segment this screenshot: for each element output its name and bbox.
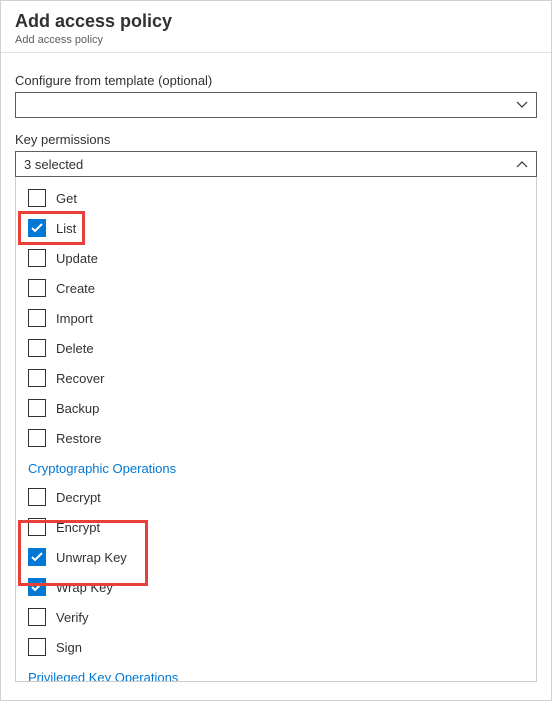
privileged-operations-header: Privileged Key Operations [26,662,526,681]
key-mgmt-option[interactable]: Get [26,183,526,213]
checkbox[interactable] [28,518,46,536]
checkbox[interactable] [28,608,46,626]
key-mgmt-option[interactable]: Update [26,243,526,273]
option-label: Verify [56,610,89,625]
crypto-option[interactable]: Decrypt [26,482,526,512]
key-permissions-value: 3 selected [24,157,83,172]
checkbox[interactable] [28,638,46,656]
option-label: Delete [56,341,94,356]
checkbox[interactable] [28,488,46,506]
dropdown-scroll-area[interactable]: Get List Update Create Import Delete Recover Ba… [16,177,536,681]
key-mgmt-option[interactable]: Recover [26,363,526,393]
checkbox[interactable] [28,309,46,327]
chevron-down-icon [516,101,528,109]
template-label: Configure from template (optional) [15,73,537,88]
option-label: Get [56,191,77,206]
key-mgmt-option[interactable]: List [26,213,526,243]
template-select[interactable] [15,92,537,118]
crypto-option[interactable]: Unwrap Key [26,542,526,572]
crypto-operations-header: Cryptographic Operations [26,453,526,482]
key-mgmt-option[interactable]: Backup [26,393,526,423]
checkbox[interactable] [28,369,46,387]
key-mgmt-option[interactable]: Restore [26,423,526,453]
panel-header: Add access policy Add access policy [1,1,551,53]
key-permissions-select[interactable]: 3 selected [15,151,537,177]
option-label: Import [56,311,93,326]
option-label: Encrypt [56,520,100,535]
option-label: List [56,221,76,236]
crypto-option[interactable]: Wrap Key [26,572,526,602]
panel-body: Configure from template (optional) Key p… [1,53,551,682]
option-label: Create [56,281,95,296]
checkbox[interactable] [28,189,46,207]
option-label: Wrap Key [56,580,113,595]
chevron-up-icon [516,160,528,168]
checkbox[interactable] [28,429,46,447]
option-label: Sign [56,640,82,655]
checkbox[interactable] [28,279,46,297]
crypto-option[interactable]: Sign [26,632,526,662]
crypto-option[interactable]: Verify [26,602,526,632]
checkbox[interactable] [28,339,46,357]
page-subtitle: Add access policy [15,34,537,46]
checkbox[interactable] [28,578,46,596]
checkbox[interactable] [28,399,46,417]
page-title: Add access policy [15,11,537,32]
crypto-option[interactable]: Encrypt [26,512,526,542]
key-permissions-dropdown: Get List Update Create Import Delete Recover Ba… [15,177,537,682]
option-label: Restore [56,431,102,446]
checkbox[interactable] [28,548,46,566]
checkbox[interactable] [28,219,46,237]
option-label: Update [56,251,98,266]
option-label: Recover [56,371,104,386]
checkbox[interactable] [28,249,46,267]
option-label: Decrypt [56,490,101,505]
key-permissions-label: Key permissions [15,132,537,147]
key-mgmt-option[interactable]: Create [26,273,526,303]
key-mgmt-option[interactable]: Import [26,303,526,333]
option-label: Backup [56,401,99,416]
key-mgmt-option[interactable]: Delete [26,333,526,363]
option-label: Unwrap Key [56,550,127,565]
